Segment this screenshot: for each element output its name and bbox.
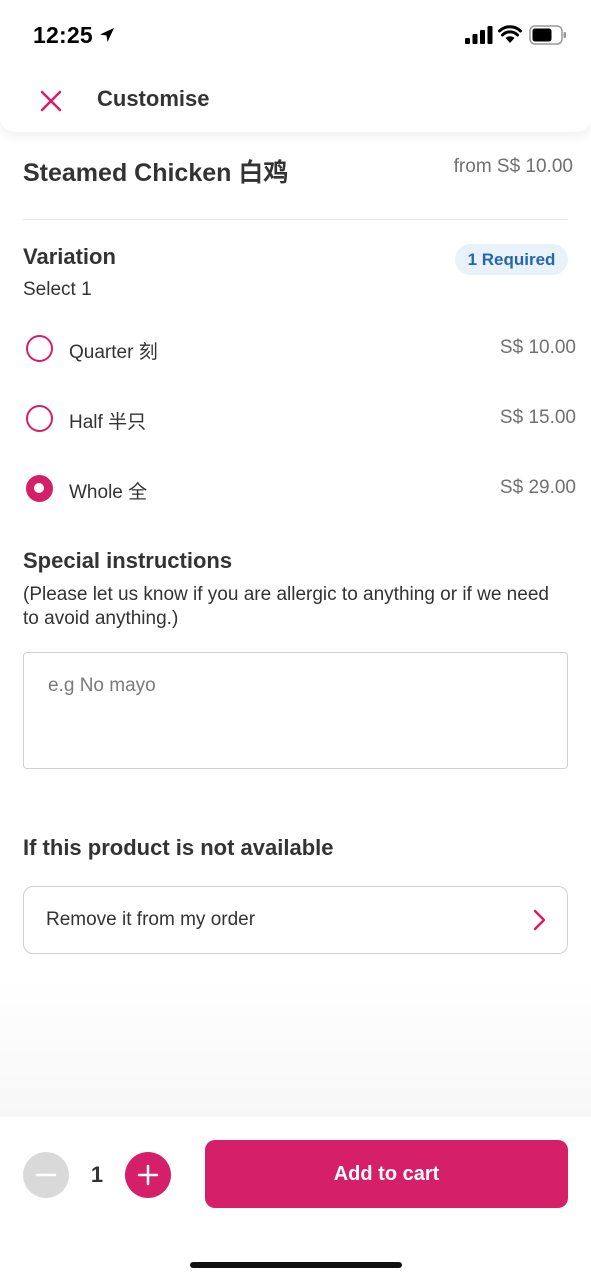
availability-title: If this product is not available [23,835,334,860]
status-bar: 12:25 [0,0,591,70]
radio-button[interactable] [26,405,53,432]
product-name: Steamed Chicken 白鸡 [23,159,289,187]
variation-option-half[interactable]: Half 半只 S$ 15.00 [23,394,581,444]
option-price: S$ 29.00 [499,477,576,498]
add-to-cart-button[interactable]: Add to cart [205,1140,568,1208]
option-label: Quarter 刻 [69,342,158,363]
location-arrow-icon [100,28,114,42]
bottom-bar: 1 Add to cart [0,1140,591,1280]
quantity-value: 1 [90,1162,104,1187]
decrease-quantity-button[interactable] [23,1152,69,1198]
variation-option-quarter[interactable]: Quarter 刻 S$ 10.00 [23,324,581,374]
instructions-input[interactable] [23,652,568,769]
radio-button[interactable] [26,335,53,362]
instructions-title: Special instructions [23,548,233,573]
availability-selected-value: Remove it from my order [46,909,256,930]
battery-icon [529,25,566,45]
minus-icon [35,1173,57,1177]
instructions-description: (Please let us know if you are allergic … [23,584,549,629]
page-title: Customise [97,86,210,111]
home-indicator [190,1262,402,1268]
option-price: S$ 15.00 [499,407,576,428]
cellular-signal-icon [465,26,493,44]
availability-select[interactable]: Remove it from my order [23,886,568,954]
chevron-right-icon [533,909,546,931]
status-time: 12:25 [33,22,93,48]
required-badge: 1 Required [455,244,568,275]
spacer-area [0,975,591,1117]
plus-icon [137,1164,159,1186]
radio-button-selected[interactable] [26,475,53,502]
divider [23,219,568,220]
variation-subtitle: Select 1 [23,279,92,300]
variation-option-whole[interactable]: Whole 全 S$ 29.00 [23,464,581,514]
close-button[interactable] [36,86,66,116]
option-price: S$ 10.00 [499,337,576,358]
wifi-icon [498,25,522,43]
product-price: from S$ 10.00 [453,156,573,177]
variation-title: Variation [23,244,116,269]
increase-quantity-button[interactable] [125,1152,171,1198]
option-label: Whole 全 [69,482,148,503]
header-bar: Customise [0,66,591,132]
close-icon [40,90,62,112]
option-label: Half 半只 [69,412,147,433]
